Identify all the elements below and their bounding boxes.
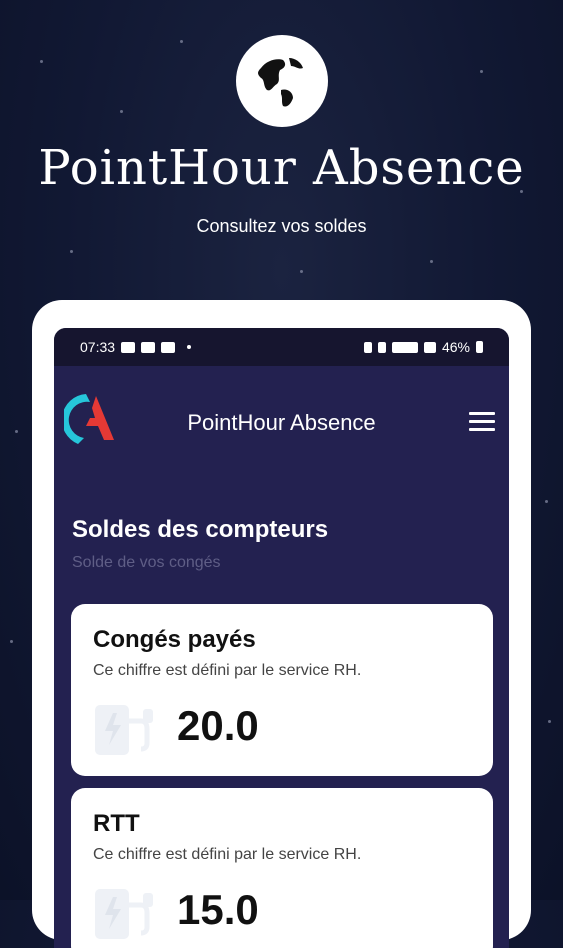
wifi-lte-icon [391, 341, 418, 353]
signal-icon [423, 341, 436, 353]
alarm-icon [363, 341, 372, 353]
bluetooth-icon [377, 341, 386, 353]
card-title: Congés payés [93, 626, 256, 653]
card-title: RTT [93, 810, 140, 837]
globe-icon [236, 35, 328, 127]
status-time: 07:33 [80, 339, 116, 355]
card-description: Ce chiffre est défini par le service RH. [93, 662, 362, 679]
status-bar: 07:33 46% [54, 328, 509, 366]
card-description: Ce chiffre est défini par le service RH. [93, 846, 362, 863]
tablet-frame: 07:33 46% PointHour Absence Soldes des c… [32, 300, 531, 948]
section-title: Soldes des compteurs [72, 516, 329, 543]
youtube-notification-icon [141, 341, 156, 353]
balance-card-rtt[interactable]: RTT Ce chiffre est défini par le service… [71, 788, 493, 948]
hamburger-menu-icon[interactable] [469, 412, 495, 432]
card-value: 15.0 [177, 886, 259, 933]
more-notifications-icon [187, 345, 192, 349]
charging-station-icon [93, 883, 157, 941]
app-screen: 07:33 46% PointHour Absence Soldes des c… [54, 328, 509, 948]
hero-title: PointHour Absence [38, 140, 525, 196]
section-subtitle: Solde de vos congés [72, 554, 221, 571]
app-title: PointHour Absence [187, 410, 376, 435]
charging-station-icon [93, 699, 157, 757]
cast-notification-icon [161, 341, 176, 353]
card-value: 20.0 [177, 702, 259, 749]
image-notification-icon [121, 341, 136, 353]
hero-subtitle: Consultez vos soldes [196, 216, 367, 236]
app-bar: PointHour Absence [54, 366, 509, 476]
battery-icon [476, 341, 483, 353]
balance-card-conges[interactable]: Congés payés Ce chiffre est défini par l… [71, 604, 493, 776]
battery-percentage: 46% [441, 339, 470, 355]
